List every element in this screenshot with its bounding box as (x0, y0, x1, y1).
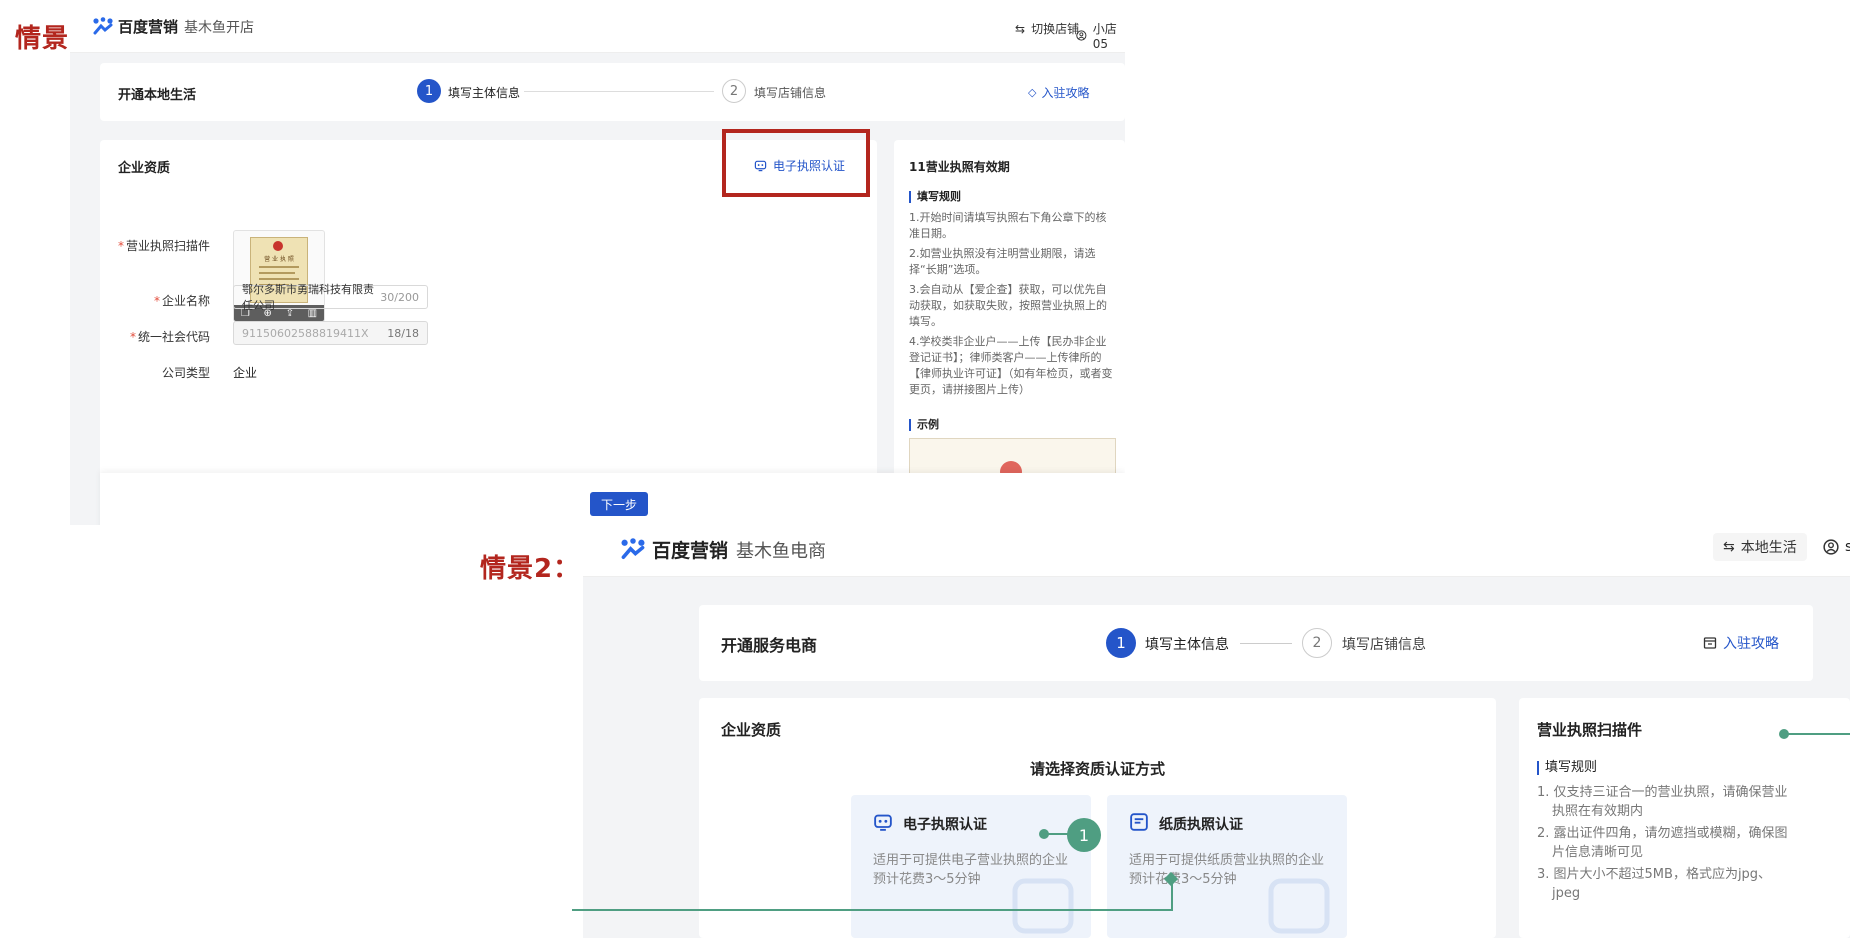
scene2-user-menu[interactable]: sea (1823, 539, 1850, 555)
scene2-rule-3a: 3. 图片大小不超过5MB，格式应为jpg、 (1537, 867, 1772, 882)
scene1-rule-1: 1.开始时间请填写执照右下角公章下的核准日期。 (909, 211, 1107, 240)
scene2-help-card: 营业执照扫描件 填写规则 1. 仅支持三证合一的营业执照，请确保营业 执照在有效… (1519, 698, 1850, 938)
scene1-header: 百度营销 基木鱼开店 ⇆ 切换店铺 小店05 (70, 0, 1125, 53)
scene1-step-divider (524, 91, 714, 92)
scene2-step-bar: 开通服务电商 1 填写主体信息 2 填写店铺信息 入驻攻略 (699, 605, 1813, 681)
company-name-count: 30/200 (380, 290, 419, 304)
robot-icon (874, 814, 892, 831)
scene1-step2-label: 填写店铺信息 (754, 86, 827, 100)
paper-license-title: 纸质执照认证 (1159, 817, 1243, 833)
scene2-logo: 百度营销 基木鱼电商 (619, 536, 826, 563)
document-watermark-icon (1268, 878, 1330, 934)
auth-method-title: 请选择资质认证方式 (1029, 760, 1165, 778)
credit-code-input[interactable]: 91150602588819411X 18/18 (233, 321, 428, 345)
scene1-step1-label: 填写主体信息 (448, 86, 521, 100)
switch-store-label: 切换店铺 (1031, 22, 1080, 36)
scene1-step2-circle: 2 (722, 79, 746, 103)
scene1-brand-sub: 基木鱼开店 (184, 19, 255, 36)
license-scan-label: * 营业执照扫描件 (117, 239, 210, 253)
scene1-screenshot: 百度营销 基木鱼开店 ⇆ 切换店铺 小店05 开通本地生活 1 填写主体信息 2… (70, 0, 1125, 525)
scene2-screenshot: 百度营销 基木鱼电商 ⇆ 本地生活 sea 开通服务电商 1 填写主体信息 2 … (583, 518, 1850, 938)
scene2-step1-label: 填写主体信息 (1145, 637, 1229, 653)
scene2-user-name: sea (1845, 539, 1850, 555)
credit-code-label: * 统一社会代码 (129, 330, 210, 344)
robot-watermark-icon (1012, 878, 1074, 934)
local-life-button[interactable]: ⇆ 本地生活 (1713, 533, 1807, 561)
user-menu[interactable]: 小店05 (1076, 20, 1125, 51)
scene2-rules-title: 填写规则 (1537, 761, 1597, 775)
company-type-label: 公司类型 (161, 366, 210, 380)
scene2-step1-circle: 1 (1106, 628, 1136, 658)
baidu-marketing-logo-icon (621, 537, 645, 559)
scene1-guide-link[interactable]: ◇ 入驻攻略 (1028, 84, 1089, 101)
scene1-logo: 百度营销 基木鱼开店 (92, 16, 254, 37)
scene2-rule-3b: jpeg (1552, 886, 1581, 901)
robot-icon (754, 160, 767, 172)
e-license-desc-1: 适用于可提供电子营业执照的企业 (873, 853, 1069, 868)
scene2-rule-2a: 2. 露出证件四角，请勿遮挡或模糊，确保图 (1537, 826, 1788, 841)
scene1-e-license-label: 电子执照认证 (773, 159, 846, 173)
scene1-help-title: 11营业执照有效期 (909, 160, 1010, 174)
user-icon (1823, 539, 1839, 555)
credit-code-value: 91150602588819411X (242, 326, 369, 340)
scene2-brand-sub: 基木鱼电商 (736, 540, 827, 562)
scene1-rule-2: 2.如营业执照没有注明营业期限，请选择“长期”选项。 (909, 247, 1096, 276)
scene2-help-title: 营业执照扫描件 (1537, 721, 1643, 739)
graduation-cap-icon: ◇ (1028, 86, 1037, 99)
archive-icon (1703, 637, 1717, 649)
scene1-e-license-button[interactable]: 电子执照认证 (754, 157, 845, 174)
scene1-help-card: 11营业执照有效期 填写规则 1.开始时间请填写执照右下角公章下的核准日期。 2… (894, 140, 1125, 520)
scene1-form-card: 企业资质 电子执照认证 * 营业执照扫描件 营 业 执 照 ❐ ⊕ ⇪ ▥ * … (100, 129, 877, 520)
bottom-connector-horizontal (572, 909, 1173, 911)
paper-license-auth-card[interactable]: 纸质执照认证 适用于可提供纸质营业执照的企业 预计花费3～5分钟 (1107, 795, 1347, 938)
swap-icon: ⇆ (1015, 21, 1026, 36)
scene2-guide-link[interactable]: 入驻攻略 (1703, 633, 1779, 653)
license-image-caption: 营 业 执 照 (264, 256, 294, 263)
scene2-section-title: 企业资质 (721, 721, 782, 739)
side-callout-line (1784, 733, 1850, 735)
company-name-input[interactable]: 鄂尔多斯市勇瑞科技有限责任公司 30/200 (233, 283, 428, 312)
scene1-step1-circle: 1 (417, 79, 441, 103)
scene1-page-title: 开通本地生活 (118, 88, 197, 103)
scene1-section-title: 企业资质 (118, 161, 171, 176)
scene2-page-title: 开通服务电商 (721, 636, 818, 655)
credit-code-count: 18/18 (387, 326, 419, 340)
scene1-rules-title: 填写规则 (909, 191, 961, 203)
document-edit-icon (1130, 813, 1148, 831)
scene1-rule-4: 4.学校类非企业户——上传【民办非企业登记证书】；律师类客户——上传律所的【律师… (909, 335, 1113, 396)
baidu-marketing-logo-icon (93, 16, 113, 34)
scene1-example-title: 示例 (909, 419, 939, 431)
scene2-header: 百度营销 基木鱼电商 ⇆ 本地生活 sea (583, 518, 1850, 577)
scene2-rule-1a: 1. 仅支持三证合一的营业执照，请确保营业 (1537, 785, 1788, 800)
scene2-rule-2b: 片信息清晰可见 (1552, 845, 1644, 860)
scene1-guide-label: 入驻攻略 (1041, 86, 1090, 100)
user-name: 小店05 (1092, 22, 1117, 51)
company-name-label: * 企业名称 (153, 294, 210, 308)
scene2-step2-label: 填写店铺信息 (1342, 637, 1426, 653)
e-license-desc-2: 预计花费3～5分钟 (873, 872, 981, 887)
swap-icon: ⇆ (1723, 539, 1735, 555)
scene1-step-bar: 开通本地生活 1 填写主体信息 2 填写店铺信息 ◇ 入驻攻略 (100, 63, 1125, 121)
scene2-rule-1b: 执照在有效期内 (1552, 804, 1644, 819)
scene2-brand: 百度营销 (652, 540, 729, 562)
scene2-guide-label: 入驻攻略 (1723, 636, 1779, 652)
scene2-step-divider (1240, 643, 1292, 644)
user-icon (1076, 30, 1087, 41)
e-license-title: 电子执照认证 (903, 817, 987, 833)
scene1-rule-3: 3.会自动从【爱企查】获取，可以优先自动获取，如获取失败，按照营业执照上的填写。 (909, 283, 1107, 328)
local-life-label: 本地生活 (1740, 540, 1797, 556)
company-name-value: 鄂尔多斯市勇瑞科技有限责任公司 (242, 283, 374, 312)
callout-marker-1: 1 (1067, 818, 1101, 852)
scene2-label: 情景2： (480, 554, 581, 584)
e-license-auth-card[interactable]: 电子执照认证 适用于可提供电子营业执照的企业 预计花费3～5分钟 (851, 795, 1091, 938)
scene2-main-card: 企业资质 请选择资质认证方式 电子执照认证 适用于可提供电子营业执照的企业 预计… (699, 698, 1496, 938)
scene1-brand: 百度营销 (118, 18, 179, 36)
company-type-value: 企业 (233, 366, 258, 380)
next-step-button[interactable]: 下一步 (590, 492, 648, 516)
national-emblem-icon (273, 241, 283, 251)
paper-license-desc-1: 适用于可提供纸质营业执照的企业 (1129, 853, 1325, 868)
scene2-step2-circle: 2 (1302, 628, 1332, 658)
paper-license-desc-2: 预计花费3～5分钟 (1129, 872, 1237, 887)
switch-store-button[interactable]: ⇆ 切换店铺 (1015, 20, 1079, 37)
